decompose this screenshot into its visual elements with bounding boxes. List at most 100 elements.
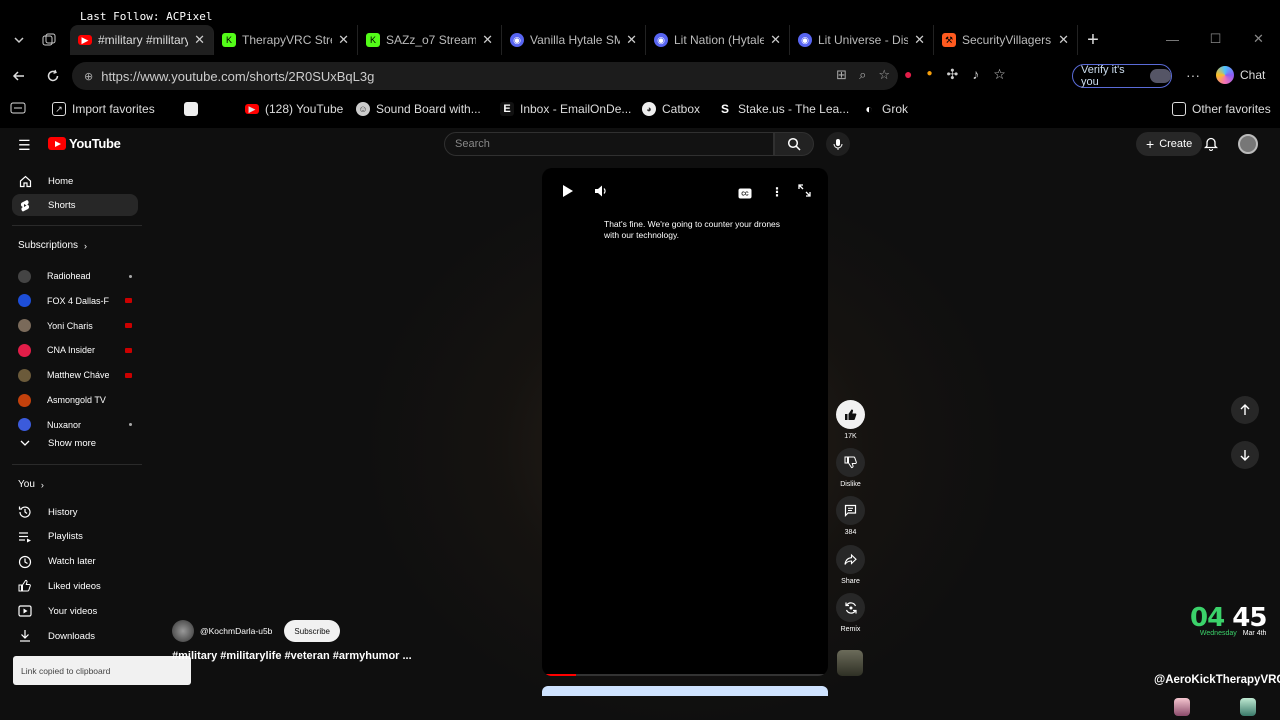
close-tab-icon[interactable]: ✕ <box>626 32 637 48</box>
streamer-handle: @AeroKickTherapyVRC <box>1154 674 1280 686</box>
subscription-item[interactable]: Asmongold TV <box>18 390 132 410</box>
app-available-icon[interactable]: ⊞ <box>836 67 847 83</box>
zoom-icon[interactable]: ⌕ <box>859 67 866 83</box>
maximize-icon[interactable]: ☐ <box>1194 24 1237 54</box>
remix-action[interactable]: Remix <box>836 593 865 633</box>
site-info-icon[interactable]: ⊕ <box>84 70 93 83</box>
verify-profile-button[interactable]: Verify it's you <box>1072 64 1172 88</box>
tab-4[interactable]: ◉ Lit Nation (Hytale ✕ <box>646 25 790 55</box>
youtube-logo[interactable]: YouTube <box>48 136 121 151</box>
extensions-puzzle-icon[interactable]: ✣ <box>947 66 959 83</box>
bookmarks-toggle-icon[interactable] <box>10 102 26 114</box>
subscription-item[interactable]: Matthew Chávez <box>18 365 132 385</box>
bookmark-email[interactable]: E Inbox - EmailOnDe... <box>500 102 631 116</box>
captions-button[interactable]: CC <box>738 186 752 204</box>
tab-5[interactable]: ◉ Lit Universe - Disc ✕ <box>790 25 934 55</box>
settings-more-icon[interactable]: ··· <box>1186 67 1200 83</box>
window-controls: — ☐ ✕ <box>1151 24 1280 54</box>
next-short-button[interactable] <box>1231 441 1259 469</box>
bookmark-stake[interactable]: S Stake.us - The Lea... <box>718 102 849 116</box>
subscribe-button[interactable]: Subscribe <box>284 620 340 642</box>
reload-button[interactable] <box>36 61 70 91</box>
channel-handle[interactable]: @KochmDarla-u5b <box>200 626 272 636</box>
address-bar[interactable]: ⊕ https://www.youtube.com/shorts/2R0SUxB… <box>72 62 898 90</box>
sidebar-item-home[interactable]: Home <box>12 170 138 192</box>
workspaces-icon[interactable] <box>34 25 64 55</box>
sidebar-item-history[interactable]: History <box>12 501 138 523</box>
comments-action[interactable]: 384 <box>836 496 865 536</box>
browser-tab-strip: ▶#military #military✕KTherapyVRC Strea✕K… <box>0 24 1280 56</box>
subscription-item[interactable]: Radiohead <box>18 266 132 286</box>
extension-orange-icon[interactable]: ● <box>926 68 932 83</box>
like-action[interactable]: 17K <box>836 400 865 440</box>
voice-search-button[interactable] <box>826 132 850 156</box>
sidebar-item-shorts[interactable]: Shorts <box>12 194 138 216</box>
tab-0[interactable]: ▶ #military #military ✕ <box>70 25 214 55</box>
tab-1[interactable]: K TherapyVRC Strea ✕ <box>214 25 358 55</box>
create-button[interactable]: + Create <box>1136 132 1203 156</box>
bookmark-label: Grok <box>882 102 909 116</box>
share-button[interactable] <box>836 545 865 574</box>
close-window-icon[interactable]: ✕ <box>1237 24 1280 54</box>
bookmark-soundboard[interactable]: ☺ Sound Board with... <box>356 102 481 116</box>
fullscreen-button[interactable] <box>798 184 811 202</box>
favorite-star-icon[interactable]: ☆ <box>878 67 890 83</box>
volume-button[interactable] <box>594 184 608 203</box>
bookmark-grok[interactable]: ◐ Grok <box>862 102 908 116</box>
remix-button[interactable] <box>836 593 865 622</box>
subscription-item[interactable]: Yoni Charis <box>18 316 132 336</box>
sidebar-item-watch-later[interactable]: Watch later <box>12 551 138 573</box>
sound-thumbnail[interactable] <box>836 650 863 676</box>
sidebar-item-playlists[interactable]: Playlists <box>12 526 138 548</box>
search-input[interactable]: Search <box>444 132 774 156</box>
extension-red-icon[interactable]: ● <box>904 66 912 83</box>
dislike-button[interactable] <box>836 448 865 477</box>
close-tab-icon[interactable]: ✕ <box>914 32 925 48</box>
notifications-bell-icon[interactable] <box>1203 136 1219 156</box>
tab-3[interactable]: ◉ Vanilla Hytale SMP ✕ <box>502 25 646 55</box>
share-action[interactable]: Share <box>836 545 865 585</box>
comments-button[interactable] <box>836 496 865 525</box>
you-header[interactable]: You › <box>18 479 44 490</box>
audio-thumbnail[interactable] <box>837 650 863 676</box>
search-button[interactable] <box>774 132 814 156</box>
favorites-icon[interactable]: ☆ <box>993 66 1006 83</box>
subscription-item[interactable]: FOX 4 Dallas-Fo... <box>18 291 132 311</box>
sidebar-item-downloads[interactable]: Downloads <box>12 625 138 647</box>
channel-avatar[interactable] <box>172 620 194 642</box>
close-tab-icon[interactable]: ✕ <box>482 32 493 48</box>
bookmark-youtube[interactable]: ▶ (128) YouTube <box>245 102 343 116</box>
bookmark-catbox[interactable]: ◕ Catbox <box>642 102 700 116</box>
sidebar-item-liked-videos[interactable]: Liked videos <box>12 575 138 597</box>
next-short-preview[interactable] <box>542 686 828 696</box>
play-button[interactable] <box>562 184 574 203</box>
new-tab-button[interactable]: + <box>1078 25 1108 55</box>
previous-short-button[interactable] <box>1231 396 1259 424</box>
progress-bar[interactable] <box>542 674 828 676</box>
more-options-icon[interactable]: ⋮ <box>771 185 783 199</box>
tab-6[interactable]: ⚒ SecurityVillagers - ✕ <box>934 25 1078 55</box>
subscriptions-header[interactable]: Subscriptions › <box>18 240 87 251</box>
bookmark-blank[interactable] <box>184 102 198 116</box>
performance-icon[interactable]: ♪ <box>972 66 979 83</box>
menu-icon[interactable]: ☰ <box>18 137 31 154</box>
bookmark-import-favorites[interactable]: ↗ Import favorites <box>52 102 155 116</box>
dislike-action[interactable]: Dislike <box>836 448 865 488</box>
shorts-player[interactable]: CC ⋮ That's fine. We're going to counter… <box>542 168 828 676</box>
subscription-item[interactable]: CNA Insider <box>18 340 132 360</box>
close-tab-icon[interactable]: ✕ <box>338 32 349 48</box>
close-tab-icon[interactable]: ✕ <box>194 32 205 48</box>
close-tab-icon[interactable]: ✕ <box>770 32 781 48</box>
tab-2[interactable]: K SAZz_o7 Stream - ✕ <box>358 25 502 55</box>
close-tab-icon[interactable]: ✕ <box>1058 32 1069 48</box>
account-avatar[interactable] <box>1238 134 1258 154</box>
back-button[interactable] <box>2 61 36 91</box>
tab-actions-chevron-icon[interactable] <box>4 25 34 55</box>
show-more-button[interactable]: Show more <box>12 432 138 454</box>
sidebar-item-your-videos[interactable]: Your videos <box>12 600 138 622</box>
short-hashtags[interactable]: #military #militarylife #veteran #armyhu… <box>172 650 412 662</box>
like-button[interactable] <box>836 400 865 429</box>
minimize-icon[interactable]: — <box>1151 24 1194 54</box>
other-favorites[interactable]: Other favorites <box>1172 102 1271 116</box>
copilot-chat-button[interactable]: Chat <box>1216 66 1265 84</box>
